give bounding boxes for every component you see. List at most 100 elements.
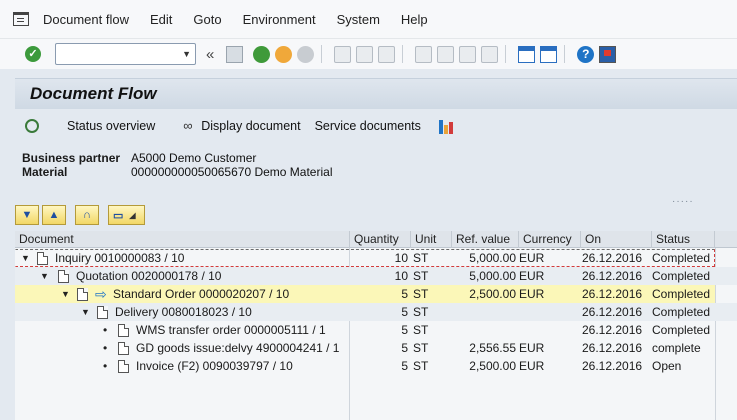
menu-help[interactable]: Help xyxy=(401,12,428,27)
application-toolbar: i Status overview ∞ Display document Ser… xyxy=(15,111,737,285)
menu-document-flow[interactable]: Document flow xyxy=(43,12,129,27)
cell-currency: EUR xyxy=(519,269,545,283)
cell-unit: ST xyxy=(413,287,429,301)
cell-on: 26.12.2016 xyxy=(582,305,643,319)
find-icon[interactable]: ∩ xyxy=(75,205,99,225)
cell-unit: ST xyxy=(413,341,429,355)
column-header-on[interactable]: On xyxy=(581,231,652,248)
arrow-right-icon: ⇨ xyxy=(95,286,107,302)
cell-unit: ST xyxy=(413,359,429,373)
business-partner-value: A5000 Demo Customer xyxy=(131,151,257,165)
table-row[interactable]: • Invoice (F2) 0090039797 / 10 5 ST 2,50… xyxy=(15,357,737,375)
bar-chart-icon[interactable] xyxy=(438,118,455,134)
status-overview-button[interactable]: Status overview xyxy=(67,119,155,133)
cell-on: 26.12.2016 xyxy=(582,359,643,373)
cell-currency: EUR xyxy=(519,287,545,301)
double-chevron-left-icon[interactable]: « xyxy=(206,46,214,63)
column-header-unit[interactable]: Unit xyxy=(411,231,452,248)
cell-document: Delivery 0080018023 / 10 xyxy=(115,305,252,319)
cell-quantity: 5 xyxy=(401,341,408,355)
display-document-button[interactable]: Display document xyxy=(201,119,300,133)
print-icon[interactable]: ▭ ◢ xyxy=(108,205,145,225)
title-bar: Document Flow xyxy=(15,78,737,109)
document-icon xyxy=(118,342,129,355)
enter-icon[interactable]: ✓ xyxy=(25,46,41,62)
collapse-triangle-icon[interactable]: ▼ xyxy=(21,249,30,267)
cell-unit: ST xyxy=(413,305,429,319)
service-documents-button[interactable]: Service documents xyxy=(315,119,421,133)
grid-toolbar: ▼ ▲ ∩ ▭ ◢ xyxy=(15,204,148,226)
separator xyxy=(321,45,323,63)
cell-document: Standard Order 0000020207 / 10 xyxy=(113,287,290,301)
collapse-triangle-icon[interactable]: ▼ xyxy=(61,285,70,303)
column-header-status[interactable]: Status xyxy=(652,231,715,248)
find-next-icon[interactable] xyxy=(378,45,396,63)
cell-status: Completed xyxy=(652,251,711,265)
document-icon xyxy=(77,288,88,301)
separator xyxy=(564,45,566,63)
first-page-icon[interactable] xyxy=(415,45,433,63)
back-icon[interactable] xyxy=(253,45,271,63)
document-icon xyxy=(58,270,69,283)
previous-page-icon[interactable] xyxy=(437,45,455,63)
last-page-icon[interactable] xyxy=(481,45,499,63)
cell-on: 26.12.2016 xyxy=(582,323,643,337)
cell-unit: ST xyxy=(413,269,429,283)
cell-quantity: 5 xyxy=(401,305,408,319)
cell-unit: ST xyxy=(413,323,429,337)
page-title: Document Flow xyxy=(30,84,157,103)
glasses-icon: ∞ xyxy=(183,117,193,133)
next-page-icon[interactable] xyxy=(459,45,477,63)
menu-system[interactable]: System xyxy=(337,12,380,27)
splitter-handle[interactable]: ····· xyxy=(672,196,694,207)
table-row-current[interactable]: ▼ ⇨ Standard Order 0000020207 / 10 5 ST … xyxy=(15,285,737,303)
find-icon[interactable] xyxy=(25,118,39,133)
leaf-bullet-icon: • xyxy=(103,359,108,373)
create-session-icon[interactable] xyxy=(518,45,536,63)
table-row[interactable]: ▼ Quotation 0020000178 / 10 10 ST 5,000.… xyxy=(15,267,737,285)
collapse-all-icon[interactable]: ▲ xyxy=(42,205,66,225)
material-label: Material xyxy=(22,165,68,179)
column-header-currency[interactable]: Currency xyxy=(519,231,581,248)
table-row[interactable]: • GD goods issue:delvy 4900004241 / 1 5 … xyxy=(15,339,737,357)
chevron-down-icon[interactable]: ◢ xyxy=(129,211,135,220)
cell-status: Completed xyxy=(652,269,711,283)
customize-layout-icon[interactable] xyxy=(599,45,617,63)
table-row[interactable]: • WMS transfer order 0000005111 / 1 5 ST… xyxy=(15,321,737,339)
cell-status: Completed xyxy=(652,323,711,337)
table-row[interactable]: ▼ Delivery 0080018023 / 10 5 ST 26.12.20… xyxy=(15,303,737,321)
collapse-triangle-icon[interactable]: ▼ xyxy=(40,267,49,285)
shortcut-icon[interactable] xyxy=(540,45,558,63)
save-icon[interactable] xyxy=(226,45,244,63)
cell-document: Quotation 0020000178 / 10 xyxy=(76,269,222,283)
chevron-down-icon[interactable]: ▼ xyxy=(182,49,191,59)
column-header-ref-value[interactable]: Ref. value xyxy=(452,231,519,248)
menu-environment[interactable]: Environment xyxy=(243,12,316,27)
separator xyxy=(402,45,404,63)
cell-document: Inquiry 0010000083 / 10 xyxy=(55,251,185,265)
find-icon[interactable] xyxy=(356,45,374,63)
collapse-triangle-icon[interactable]: ▼ xyxy=(81,303,90,321)
table-row[interactable]: ▼ Inquiry 0010000083 / 10 10 ST 5,000.00… xyxy=(15,249,737,267)
cell-quantity: 10 xyxy=(394,251,408,265)
cell-document: WMS transfer order 0000005111 / 1 xyxy=(136,323,326,337)
command-field[interactable]: ▼ xyxy=(55,43,196,65)
header-info: Business partner A5000 Demo Customer Mat… xyxy=(22,151,333,179)
cancel-icon[interactable] xyxy=(297,45,315,63)
cell-ref-value: 5,000.00 xyxy=(469,269,516,283)
print-icon[interactable] xyxy=(334,45,352,63)
column-header-quantity[interactable]: Quantity xyxy=(350,231,411,248)
expand-all-icon[interactable]: ▼ xyxy=(15,205,39,225)
business-partner-label: Business partner xyxy=(22,151,121,165)
separator xyxy=(505,45,507,63)
help-icon[interactable]: ? xyxy=(577,45,595,63)
menu-goto[interactable]: Goto xyxy=(193,12,221,27)
column-header-document[interactable]: Document xyxy=(15,231,350,248)
menu-bar: Document flow Edit Goto Environment Syst… xyxy=(0,0,737,39)
document-icon xyxy=(118,324,129,337)
menu-icon[interactable] xyxy=(13,12,29,26)
cell-currency: EUR xyxy=(519,341,545,355)
exit-icon[interactable] xyxy=(275,45,293,63)
menu-edit[interactable]: Edit xyxy=(150,12,172,27)
cell-status: complete xyxy=(652,341,701,355)
